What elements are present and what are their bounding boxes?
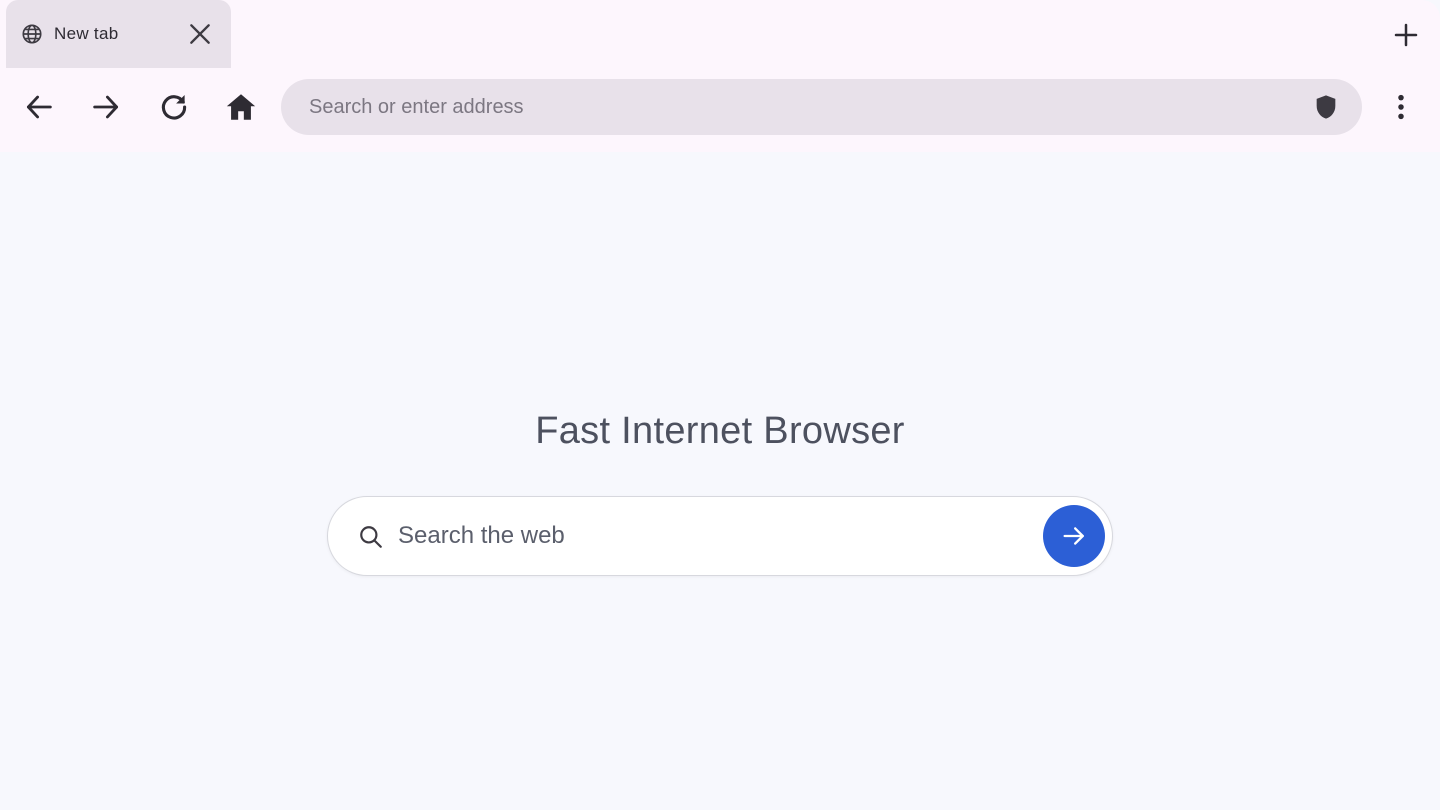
globe-icon bbox=[21, 23, 43, 45]
arrow-right-icon bbox=[1060, 522, 1088, 550]
tab-new-tab[interactable]: New tab bbox=[6, 0, 231, 68]
page-title: Fast Internet Browser bbox=[535, 410, 905, 452]
close-icon[interactable] bbox=[187, 21, 213, 47]
address-bar[interactable] bbox=[281, 79, 1362, 135]
home-icon[interactable] bbox=[224, 90, 258, 124]
search-icon bbox=[358, 524, 384, 550]
back-arrow-icon[interactable] bbox=[22, 90, 56, 124]
search-go-button[interactable] bbox=[1043, 505, 1105, 567]
search-input[interactable] bbox=[398, 497, 1038, 575]
plus-icon[interactable] bbox=[1391, 20, 1421, 50]
more-vert-icon[interactable] bbox=[1386, 90, 1416, 124]
tab-title: New tab bbox=[54, 24, 119, 43]
home-page: Fast Internet Browser bbox=[0, 152, 1440, 810]
browser-chrome: New tab bbox=[0, 0, 1440, 152]
reload-icon[interactable] bbox=[157, 90, 191, 124]
address-input[interactable] bbox=[309, 79, 1299, 135]
forward-arrow-icon[interactable] bbox=[89, 90, 123, 124]
web-search-box[interactable] bbox=[327, 496, 1113, 576]
shield-icon[interactable] bbox=[1312, 93, 1340, 121]
